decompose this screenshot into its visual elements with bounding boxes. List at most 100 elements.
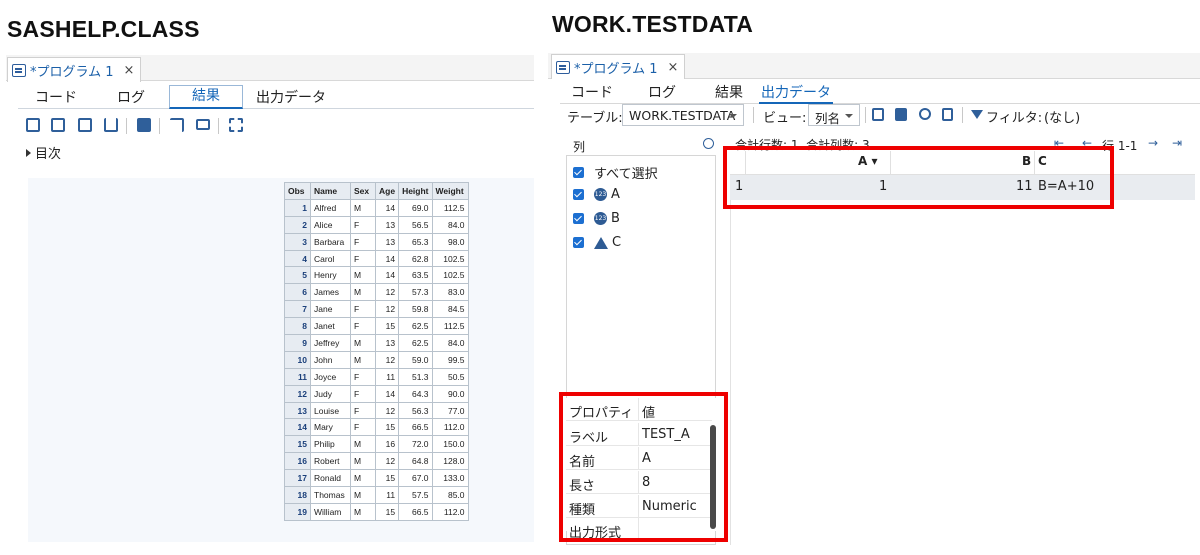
right-tab-output-data[interactable]: 出力データ bbox=[759, 82, 833, 104]
cell-sex: M bbox=[350, 452, 376, 471]
table-row: 9 Jeffrey M 13 62.5 84.0 bbox=[284, 334, 469, 352]
toolbar-separator bbox=[962, 107, 963, 123]
cell-height: 64.8 bbox=[398, 452, 433, 471]
cell-height: 63.5 bbox=[398, 266, 433, 285]
view-select-value: 列名 bbox=[815, 111, 841, 126]
right-tab-close-icon[interactable]: × bbox=[668, 60, 679, 75]
column-item-b[interactable]: 123 B bbox=[573, 211, 620, 226]
right-program-tab[interactable]: *プログラム 1 × bbox=[551, 54, 686, 79]
html-download-icon[interactable] bbox=[26, 118, 40, 132]
table-row: 10 John M 12 59.0 99.5 bbox=[284, 350, 469, 369]
properties-highlight-box bbox=[559, 392, 728, 542]
cell-name: James bbox=[310, 283, 351, 302]
cell-weight: 99.5 bbox=[431, 350, 469, 369]
left-subtabs: コード ログ 結果 出力データ bbox=[18, 85, 534, 109]
cell-weight: 112.5 bbox=[431, 317, 469, 336]
column-item-c[interactable]: C bbox=[573, 235, 621, 250]
right-tab-results[interactable]: 結果 bbox=[715, 82, 743, 102]
refresh-icon[interactable] bbox=[919, 108, 931, 120]
cell-age: 15 bbox=[374, 317, 400, 336]
cell-sex: M bbox=[350, 283, 376, 302]
cell-age: 13 bbox=[374, 215, 400, 234]
checkbox-checked-icon[interactable] bbox=[573, 167, 584, 178]
select-all-item[interactable]: すべて選択 bbox=[573, 163, 658, 182]
checkbox-checked-icon[interactable] bbox=[573, 237, 584, 248]
filter-icon[interactable] bbox=[971, 110, 983, 119]
cell-name: Henry bbox=[310, 266, 351, 285]
left-tab-output-data[interactable]: 出力データ bbox=[256, 87, 326, 107]
cell-name: Philip bbox=[310, 435, 351, 454]
cell-obs: 16 bbox=[284, 452, 311, 471]
cell-sex: M bbox=[350, 266, 376, 285]
cell-obs: 5 bbox=[284, 266, 311, 285]
table-select-value: WORK.TESTDATA bbox=[629, 108, 736, 123]
maximize-icon[interactable] bbox=[229, 118, 243, 132]
cell-weight: 77.0 bbox=[431, 401, 469, 420]
toc-toggle[interactable]: 目次 bbox=[26, 143, 61, 162]
cell-name: Alfred bbox=[310, 198, 351, 217]
cell-obs: 10 bbox=[284, 350, 311, 369]
right-tab-title: *プログラム 1 bbox=[574, 61, 658, 77]
cell-obs: 1 bbox=[284, 198, 311, 217]
column-item-a[interactable]: 123 A bbox=[573, 187, 620, 202]
left-tab-log[interactable]: ログ bbox=[117, 87, 145, 107]
cell-sex: F bbox=[350, 367, 376, 386]
cell-age: 11 bbox=[374, 486, 400, 504]
open-new-window-icon[interactable] bbox=[170, 118, 184, 132]
left-tab-code[interactable]: コード bbox=[35, 87, 77, 107]
print-icon[interactable] bbox=[895, 108, 907, 121]
email-icon[interactable] bbox=[196, 119, 210, 130]
print-icon[interactable] bbox=[137, 118, 151, 132]
download-icon[interactable] bbox=[104, 118, 118, 132]
select-all-label: すべて選択 bbox=[594, 167, 658, 182]
filter-value: (なし) bbox=[1044, 111, 1081, 126]
cell-sex: F bbox=[350, 401, 376, 420]
cell-obs: 18 bbox=[284, 486, 311, 504]
last-page-icon[interactable]: ⇥ bbox=[1172, 136, 1182, 150]
view-select[interactable]: 列名 bbox=[808, 104, 860, 126]
character-type-icon bbox=[594, 236, 608, 249]
cell-age: 16 bbox=[374, 435, 400, 454]
cell-name: William bbox=[310, 502, 351, 521]
cell-obs: 12 bbox=[284, 384, 311, 403]
view-label: ビュー: bbox=[763, 111, 807, 126]
cell-sex: F bbox=[350, 232, 376, 251]
left-program-tab[interactable]: *プログラム 1 × bbox=[7, 57, 142, 82]
collapse-pane-icon[interactable] bbox=[703, 138, 714, 149]
program-icon bbox=[556, 60, 570, 74]
right-tab-log[interactable]: ログ bbox=[648, 82, 676, 102]
cell-age: 11 bbox=[374, 367, 400, 386]
toc-label: 目次 bbox=[35, 147, 62, 162]
left-tab-close-icon[interactable]: × bbox=[124, 63, 135, 78]
cell-obs: 2 bbox=[284, 215, 311, 234]
next-page-icon[interactable]: → bbox=[1148, 136, 1158, 150]
column-header: Sex bbox=[350, 182, 376, 200]
cell-obs: 9 bbox=[284, 334, 311, 352]
cell-age: 13 bbox=[374, 232, 400, 251]
cell-name: Alice bbox=[310, 215, 351, 234]
checkbox-checked-icon[interactable] bbox=[573, 189, 584, 200]
right-tab-code[interactable]: コード bbox=[571, 82, 613, 102]
copy-icon[interactable] bbox=[872, 108, 884, 121]
table-select[interactable]: WORK.TESTDATA bbox=[622, 104, 744, 126]
cell-height: 66.5 bbox=[398, 502, 433, 521]
expand-arrow-icon bbox=[26, 149, 31, 157]
cell-height: 59.8 bbox=[398, 300, 433, 319]
table-row: 3 Barbara F 13 65.3 98.0 bbox=[284, 232, 469, 251]
cell-age: 12 bbox=[374, 401, 400, 420]
table-row: 17 Ronald M 15 67.0 133.0 bbox=[284, 469, 469, 488]
column-header: Height bbox=[398, 182, 433, 200]
checkbox-checked-icon[interactable] bbox=[573, 213, 584, 224]
table-row: 8 Janet F 15 62.5 112.5 bbox=[284, 317, 469, 336]
cell-sex: M bbox=[350, 198, 376, 217]
left-tab-results[interactable]: 結果 bbox=[169, 85, 243, 109]
toolbar-separator bbox=[753, 107, 754, 123]
table-row: 18 Thomas M 11 57.5 85.0 bbox=[284, 486, 469, 504]
cell-obs: 8 bbox=[284, 317, 311, 336]
rtf-download-icon[interactable] bbox=[78, 118, 92, 132]
table-properties-icon[interactable] bbox=[942, 108, 953, 121]
cell-weight: 50.5 bbox=[431, 367, 469, 386]
pdf-download-icon[interactable] bbox=[51, 118, 65, 132]
cell-weight: 150.0 bbox=[431, 435, 469, 454]
dropdown-arrow-icon bbox=[729, 114, 737, 118]
